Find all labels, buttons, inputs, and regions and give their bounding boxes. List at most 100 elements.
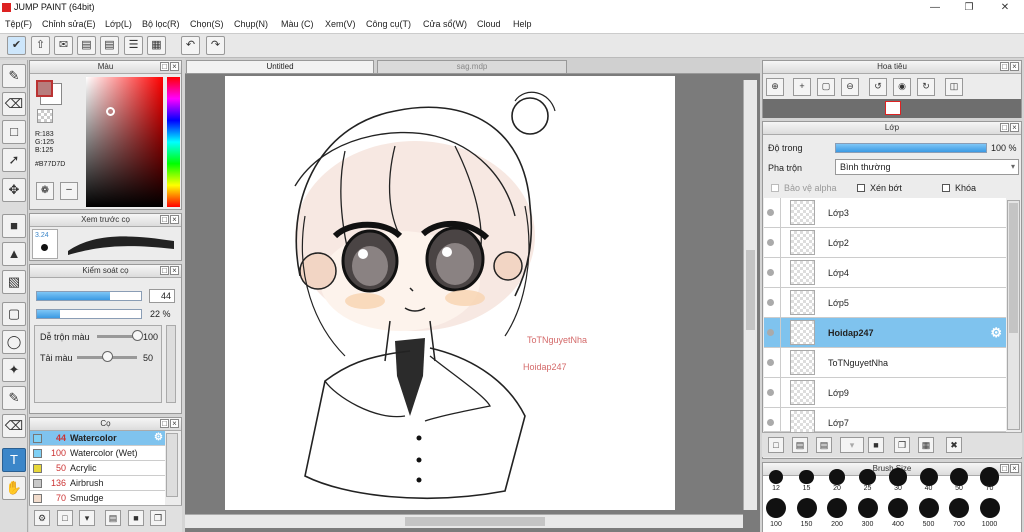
- brush-size-label[interactable]: 300: [854, 521, 882, 528]
- brush-size-label[interactable]: 30: [884, 485, 912, 492]
- visibility-icon[interactable]: [767, 209, 774, 216]
- brush-size-dot[interactable]: [979, 467, 1000, 487]
- folder-icon[interactable]: ■: [128, 510, 144, 526]
- brush-size-label[interactable]: 1000: [976, 521, 1004, 528]
- drawing-canvas[interactable]: ToTNguyetNha Hoidap247: [225, 76, 675, 510]
- vertical-scroll-thumb[interactable]: [746, 250, 755, 330]
- select-eraser-tool-icon[interactable]: ⌫: [2, 414, 26, 438]
- float-icon[interactable]: □: [160, 62, 169, 71]
- new-layer-icon[interactable]: □: [768, 437, 784, 453]
- palette-icon[interactable]: ❁: [36, 182, 54, 200]
- float-icon[interactable]: □: [1000, 464, 1009, 473]
- eraser-tool-icon[interactable]: ⌫: [2, 92, 26, 116]
- delete-layer-icon[interactable]: ✖: [946, 437, 962, 453]
- visibility-icon[interactable]: [767, 299, 774, 306]
- brush-tool-icon[interactable]: ✎: [2, 64, 26, 88]
- rotate-left-icon[interactable]: ↺: [869, 78, 887, 96]
- brush-size-label[interactable]: 70: [976, 485, 1004, 492]
- layer-opacity-slider[interactable]: [835, 143, 987, 153]
- layer-row[interactable]: Lớp2: [764, 228, 1006, 258]
- menu-edit[interactable]: Chỉnh sửa(E): [42, 19, 96, 29]
- visibility-icon[interactable]: [767, 359, 774, 366]
- select-rect-tool-icon[interactable]: ▢: [2, 302, 26, 326]
- share-icon[interactable]: ⇧: [31, 36, 50, 55]
- menu-window[interactable]: Cửa sổ(W): [423, 19, 467, 29]
- grid-icon[interactable]: ▦: [147, 36, 166, 55]
- text-tool-icon[interactable]: T: [2, 448, 26, 472]
- brush-size-dot[interactable]: [799, 469, 814, 485]
- brush-item[interactable]: 136 Airbrush: [30, 476, 165, 491]
- fit-screen-icon[interactable]: ▢: [817, 78, 835, 96]
- lasso-tool-icon[interactable]: ◯: [2, 330, 26, 354]
- tab-sag[interactable]: sag.mdp: [377, 60, 567, 74]
- mix-slider-knob[interactable]: [132, 330, 143, 341]
- canvas-vertical-scrollbar[interactable]: [743, 80, 757, 510]
- brush-size-dot[interactable]: [829, 469, 845, 485]
- visibility-icon[interactable]: [767, 269, 774, 276]
- foreground-color-swatch[interactable]: [36, 80, 53, 97]
- menu-help[interactable]: Help: [513, 19, 532, 29]
- check-icon[interactable]: ✔: [7, 36, 26, 55]
- zoom-plus-icon[interactable]: +: [793, 78, 811, 96]
- panel-close-icon[interactable]: ×: [1010, 62, 1019, 71]
- brush-item[interactable]: 50 Acrylic: [30, 461, 165, 476]
- panel-close-icon[interactable]: ×: [1010, 123, 1019, 132]
- brush-size-slider[interactable]: [36, 291, 142, 301]
- menu-file[interactable]: Tệp(F): [5, 19, 32, 29]
- close-icon[interactable]: ✕: [988, 0, 1022, 16]
- float-icon[interactable]: □: [160, 266, 169, 275]
- picker-cursor[interactable]: [106, 107, 115, 116]
- visibility-icon[interactable]: [767, 239, 774, 246]
- brush-size-label[interactable]: 100: [762, 521, 790, 528]
- navigator-preview[interactable]: [763, 99, 1021, 118]
- mix-slider[interactable]: [97, 335, 137, 338]
- dropper-icon[interactable]: –: [60, 182, 78, 200]
- canvas-horizontal-scrollbar[interactable]: [185, 514, 743, 528]
- brush-size-dot[interactable]: [949, 498, 969, 518]
- brush-size-label[interactable]: 400: [884, 521, 912, 528]
- layer-list-scrollbar[interactable]: [1007, 200, 1020, 430]
- lock-checkbox[interactable]: [942, 184, 950, 192]
- move-tool-icon[interactable]: ✥: [2, 178, 26, 202]
- duplicate-icon[interactable]: ❐: [150, 510, 166, 526]
- brush-item[interactable]: 100 Watercolor (Wet): [30, 446, 165, 461]
- maximize-icon[interactable]: ❐: [952, 0, 986, 16]
- redo-icon[interactable]: ↷: [206, 36, 225, 55]
- float-icon[interactable]: □: [1000, 62, 1009, 71]
- zoom-in-icon[interactable]: ⊕: [766, 78, 784, 96]
- brush-item[interactable]: 70 Smudge: [30, 491, 165, 506]
- float-icon[interactable]: □: [160, 419, 169, 428]
- layer-row[interactable]: ToTNguyetNha: [764, 348, 1006, 378]
- brush-size-dot[interactable]: [827, 498, 847, 518]
- brush-control-scrollbar[interactable]: [166, 325, 176, 403]
- navigator-viewport[interactable]: [885, 101, 901, 115]
- brush-size-label[interactable]: 50: [945, 485, 973, 492]
- tab-untitled[interactable]: Untitled: [186, 60, 374, 74]
- layer-row[interactable]: Lớp5: [764, 288, 1006, 318]
- layer-folder-icon[interactable]: ■: [868, 437, 884, 453]
- brush-size-label[interactable]: 200: [823, 521, 851, 528]
- brush-size-label[interactable]: 700: [945, 521, 973, 528]
- panel-close-icon[interactable]: ×: [1010, 464, 1019, 473]
- brush-size-label[interactable]: 12: [762, 485, 790, 492]
- visibility-icon[interactable]: [767, 389, 774, 396]
- menu-select[interactable]: Chọn(S): [190, 19, 224, 29]
- gear-icon[interactable]: ⚙: [154, 431, 163, 445]
- merge-layer-icon[interactable]: ▦: [918, 437, 934, 453]
- panel-close-icon[interactable]: ×: [170, 215, 179, 224]
- layer-type-dropdown[interactable]: ▾: [840, 437, 864, 453]
- fill-rect-tool-icon[interactable]: ■: [2, 214, 26, 238]
- flip-icon[interactable]: ◫: [945, 78, 963, 96]
- brush-size-dot[interactable]: [918, 498, 939, 518]
- hand-tool-icon[interactable]: ✋: [2, 476, 26, 500]
- rotate-reset-icon[interactable]: ◉: [893, 78, 911, 96]
- clip-checkbox[interactable]: [857, 184, 865, 192]
- duplicate-layer-icon[interactable]: ❐: [894, 437, 910, 453]
- menu-cloud[interactable]: Cloud: [477, 19, 501, 29]
- visibility-icon[interactable]: [767, 419, 774, 426]
- blend-mode-select[interactable]: Bình thường ▾: [835, 159, 1019, 175]
- layer-row[interactable]: Hoidap247 ⚙: [764, 318, 1006, 348]
- float-icon[interactable]: □: [1000, 123, 1009, 132]
- brush-size-label[interactable]: 150: [793, 521, 821, 528]
- menu-view[interactable]: Xem(V): [325, 19, 356, 29]
